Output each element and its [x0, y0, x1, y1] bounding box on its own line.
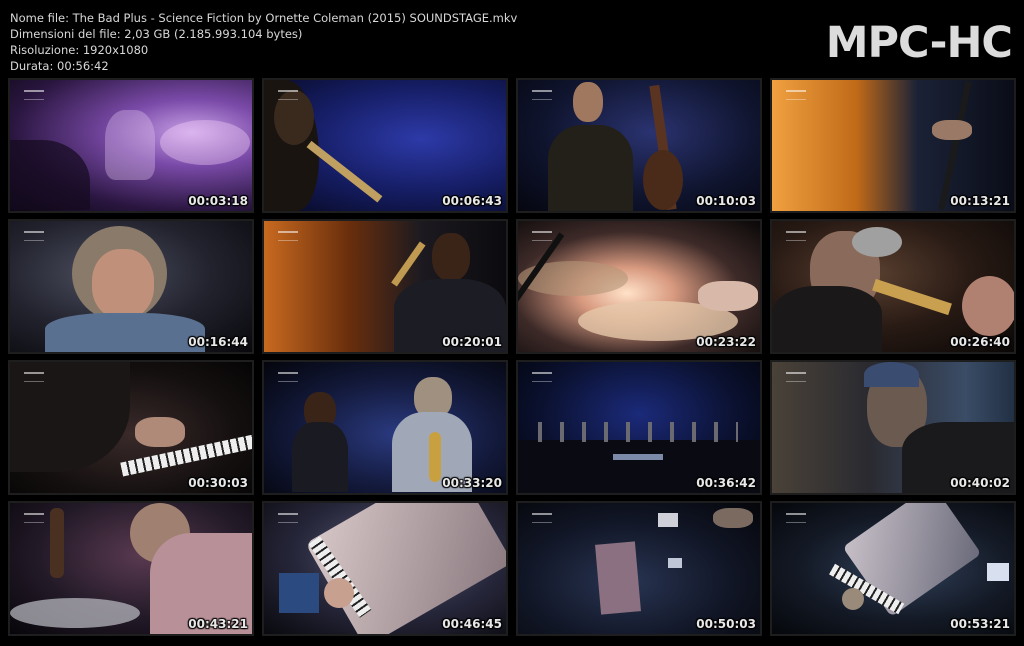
- file-name-label: Nome file: The Bad Plus - Science Fictio…: [10, 11, 518, 25]
- timestamp: 00:23:22: [696, 335, 756, 349]
- thumbnail: 00:50:03: [516, 501, 762, 636]
- thumbnail: 00:13:21: [770, 78, 1016, 213]
- duration-label: Durata: 00:56:42: [10, 59, 109, 73]
- timestamp: 00:53:21: [950, 617, 1010, 631]
- video-frame: [772, 80, 1014, 211]
- channel-watermark-icon: [532, 90, 552, 100]
- timestamp: 00:13:21: [950, 194, 1010, 208]
- resolution-label: Risoluzione: 1920x1080: [10, 43, 149, 57]
- thumbnail: 00:43:21: [8, 501, 254, 636]
- video-frame: [772, 362, 1014, 493]
- timestamp: 00:50:03: [696, 617, 756, 631]
- timestamp: 00:06:43: [442, 194, 502, 208]
- channel-watermark-icon: [24, 372, 44, 382]
- channel-watermark-icon: [278, 90, 298, 100]
- thumbnail: 00:23:22: [516, 219, 762, 354]
- channel-watermark-icon: [24, 513, 44, 523]
- thumbnail: 00:30:03: [8, 360, 254, 495]
- video-frame: [10, 362, 252, 493]
- video-frame: [10, 80, 252, 211]
- channel-watermark-icon: [786, 231, 806, 241]
- timestamp: 00:10:03: [696, 194, 756, 208]
- timestamp: 00:43:21: [188, 617, 248, 631]
- thumbnail: 00:40:02: [770, 360, 1016, 495]
- video-frame: [518, 221, 760, 352]
- timestamp: 00:30:03: [188, 476, 248, 490]
- channel-watermark-icon: [278, 231, 298, 241]
- thumbnail: 00:06:43: [262, 78, 508, 213]
- channel-watermark-icon: [786, 90, 806, 100]
- thumbnail: 00:16:44: [8, 219, 254, 354]
- mpc-hc-logo: MPC-HC: [825, 18, 1013, 68]
- file-info-panel: Nome file: The Bad Plus - Science Fictio…: [10, 10, 517, 74]
- video-frame: [264, 503, 506, 634]
- channel-watermark-icon: [278, 513, 298, 523]
- channel-watermark-icon: [532, 372, 552, 382]
- video-frame: [10, 503, 252, 634]
- thumbnail: 00:26:40: [770, 219, 1016, 354]
- channel-watermark-icon: [786, 372, 806, 382]
- channel-watermark-icon: [532, 513, 552, 523]
- thumbnail: 00:10:03: [516, 78, 762, 213]
- video-frame: [264, 221, 506, 352]
- timestamp: 00:33:20: [442, 476, 502, 490]
- timestamp: 00:20:01: [442, 335, 502, 349]
- thumbnail: 00:03:18: [8, 78, 254, 213]
- thumbnail-grid: 00:03:18 00:06:43 00:10:03 00:13:21 00:1…: [8, 78, 1016, 636]
- channel-watermark-icon: [24, 231, 44, 241]
- thumbnail: 00:33:20: [262, 360, 508, 495]
- video-frame: [518, 503, 760, 634]
- timestamp: 00:03:18: [188, 194, 248, 208]
- thumbnail: 00:53:21: [770, 501, 1016, 636]
- timestamp: 00:26:40: [950, 335, 1010, 349]
- timestamp: 00:36:42: [696, 476, 756, 490]
- video-frame: [264, 80, 506, 211]
- timestamp: 00:40:02: [950, 476, 1010, 490]
- timestamp: 00:16:44: [188, 335, 248, 349]
- timestamp: 00:46:45: [442, 617, 502, 631]
- channel-watermark-icon: [532, 231, 552, 241]
- video-frame: [518, 80, 760, 211]
- channel-watermark-icon: [786, 513, 806, 523]
- video-frame: [264, 362, 506, 493]
- thumbnail: 00:36:42: [516, 360, 762, 495]
- video-frame: [772, 503, 1014, 634]
- channel-watermark-icon: [24, 90, 44, 100]
- video-frame: [10, 221, 252, 352]
- channel-watermark-icon: [278, 372, 298, 382]
- file-size-label: Dimensioni del file: 2,03 GB (2.185.993.…: [10, 27, 303, 41]
- video-frame: [518, 362, 760, 493]
- video-frame: [772, 221, 1014, 352]
- thumbnail: 00:46:45: [262, 501, 508, 636]
- thumbnail: 00:20:01: [262, 219, 508, 354]
